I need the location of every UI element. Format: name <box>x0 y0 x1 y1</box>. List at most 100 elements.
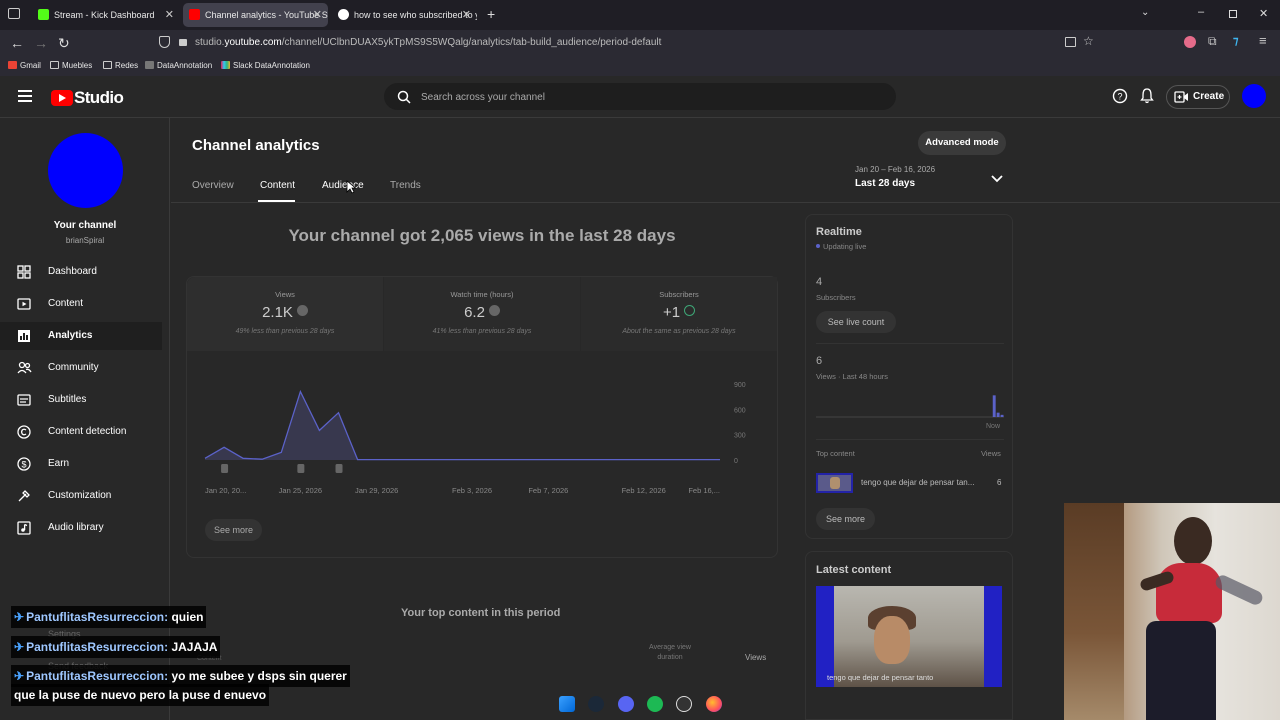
see-more-button[interactable]: See more <box>205 519 262 541</box>
tab-google-search[interactable]: how to see who subscribed to y ✕ <box>332 3 477 27</box>
views-column-label: Views <box>981 449 1001 458</box>
studio-header: Studio ? Create <box>0 76 1280 118</box>
youtube-logo-icon <box>51 90 73 106</box>
dashboard-icon <box>17 265 31 279</box>
help-icon[interactable]: ? <box>1112 88 1128 104</box>
lock-icon[interactable] <box>179 39 187 46</box>
video-camera-plus-icon <box>1174 91 1188 103</box>
sidebar-item-community[interactable]: Community <box>0 354 162 382</box>
sidebar-item-content-detection[interactable]: Content detection <box>0 418 162 446</box>
steam-icon[interactable] <box>588 696 604 712</box>
search-bar[interactable] <box>384 83 896 110</box>
tab-audience[interactable]: Audience <box>322 180 364 191</box>
spotify-icon[interactable] <box>647 696 663 712</box>
back-icon[interactable]: ← <box>10 34 24 52</box>
tab-title: Stream - Kick Dashboard <box>54 10 155 20</box>
sidebar-item-subtitles[interactable]: Subtitles <box>0 386 162 414</box>
forward-icon[interactable]: → <box>34 34 48 52</box>
obs-icon[interactable] <box>676 696 692 712</box>
bookmark-gmail[interactable]: Gmail <box>8 61 41 70</box>
tab-overview[interactable]: Overview <box>192 180 234 191</box>
tab-kick-dashboard[interactable]: Stream - Kick Dashboard ✕ <box>32 3 180 27</box>
y-tick-label: 0 <box>734 458 738 465</box>
tab-channel-analytics[interactable]: Channel analytics - YouTube St ✕ <box>183 3 328 27</box>
see-live-count-button[interactable]: See live count <box>816 311 896 333</box>
reload-icon[interactable]: ↻ <box>58 34 70 52</box>
youtube-favicon-icon <box>189 9 200 20</box>
menu-icon[interactable]: ≡ <box>1259 33 1267 48</box>
realtime-bar <box>1000 414 1004 417</box>
customization-icon <box>18 490 30 502</box>
metric-subscribers[interactable]: Subscribers +1 About the same as previou… <box>581 277 777 351</box>
close-tab-icon[interactable]: ✕ <box>165 3 174 27</box>
realtime-see-more-button[interactable]: See more <box>816 508 875 530</box>
tab-title: how to see who subscribed to y <box>354 10 477 20</box>
sidebar-item-content[interactable]: Content <box>0 290 162 318</box>
community-icon <box>17 361 32 374</box>
discord-icon[interactable] <box>618 696 634 712</box>
shield-icon[interactable] <box>159 36 170 48</box>
address-bar[interactable]: studio.youtube.com/channel/UClbnDUAX5ykT… <box>150 32 1105 54</box>
channel-avatar[interactable] <box>48 133 123 208</box>
firefox-icon[interactable] <box>706 696 722 712</box>
sidebar-item-audio-library[interactable]: Audio library <box>0 514 162 542</box>
tab-trends[interactable]: Trends <box>390 180 421 191</box>
bookmark-slack-dataannotation[interactable]: Slack DataAnnotation <box>221 61 310 70</box>
date-range-label[interactable]: Last 28 days <box>855 178 915 189</box>
metric-watch-time[interactable]: Watch time (hours) 6.2 41% less than pre… <box>384 277 580 351</box>
bookmark-muebles[interactable]: Muebles <box>50 61 92 70</box>
folder-icon <box>103 61 112 69</box>
subtitles-icon <box>17 394 31 406</box>
latest-video-thumbnail[interactable] <box>816 586 1002 687</box>
realtime-views-value: 6 <box>816 355 823 367</box>
restore-icon[interactable] <box>1229 10 1237 18</box>
account-avatar[interactable] <box>1242 84 1266 108</box>
windows-start-icon[interactable] <box>559 696 575 712</box>
notifications-bell-icon[interactable] <box>1140 88 1154 104</box>
bookmark-redes[interactable]: Redes <box>103 61 138 70</box>
minimize-icon[interactable]: – <box>1198 6 1204 18</box>
browser-tab-bar: Stream - Kick Dashboard ✕ Channel analyt… <box>0 0 1280 30</box>
close-tab-icon[interactable]: ✕ <box>313 3 322 27</box>
create-button[interactable]: Create <box>1166 85 1230 109</box>
channel-handle: brianSpiral <box>65 236 105 245</box>
top-content-title[interactable]: tengo que dejar de pensar tan... <box>861 478 974 487</box>
bookmark-dataannotation[interactable]: DataAnnotation <box>145 61 212 70</box>
metric-views[interactable]: Views 2.1K 49% less than previous 28 day… <box>187 277 383 351</box>
average-view-duration-header: Average view duration <box>649 644 691 661</box>
date-range-text[interactable]: Jan 20 – Feb 16, 2026 <box>855 165 935 174</box>
close-window-icon[interactable]: ✕ <box>1259 7 1268 20</box>
sidebar-item-customization[interactable]: Customization <box>0 482 162 510</box>
chevron-down-icon[interactable] <box>990 174 1004 184</box>
tab-content[interactable]: Content <box>260 180 295 191</box>
now-label: Now <box>986 423 1001 430</box>
reader-view-icon[interactable] <box>1065 37 1076 47</box>
sidebar-item-analytics[interactable]: Analytics <box>0 322 162 350</box>
hamburger-menu-icon[interactable] <box>18 90 32 102</box>
video-thumbnail[interactable] <box>816 473 853 493</box>
upload-marker-icon[interactable] <box>221 464 229 473</box>
sidebar-item-earn[interactable]: $ Earn <box>0 450 162 478</box>
extensions-icon[interactable]: ⧉ <box>1208 34 1217 49</box>
account-icon[interactable] <box>1184 36 1196 48</box>
analytics-icon <box>18 330 30 342</box>
advanced-mode-button[interactable]: Advanced mode <box>918 131 1006 155</box>
latest-video-caption[interactable]: tengo que dejar de pensar tanto <box>827 673 933 682</box>
sidebar-item-dashboard[interactable]: Dashboard <box>0 258 162 286</box>
gmail-icon <box>8 61 17 69</box>
url-text[interactable]: studio.youtube.com/channel/UClbnDUAX5ykT… <box>195 37 661 48</box>
search-input[interactable] <box>421 89 821 105</box>
kick-badge-icon: ✈ <box>14 610 25 624</box>
new-tab-icon[interactable]: + <box>487 7 495 21</box>
bookmark-star-icon[interactable]: ☆ <box>1083 34 1094 48</box>
close-tab-icon[interactable]: ✕ <box>462 3 471 27</box>
upload-marker-icon[interactable] <box>335 464 343 473</box>
extension-icon[interactable]: ⁊ <box>1233 34 1238 47</box>
chat-message-continuation: que la puse de nuevo pero la puse d enue… <box>11 684 270 706</box>
top-content-section-title: Your top content in this period <box>401 607 561 619</box>
upload-marker-icon[interactable] <box>297 464 305 473</box>
tab-list-icon[interactable] <box>8 8 20 19</box>
list-all-tabs-icon[interactable]: ⌄ <box>1141 7 1149 18</box>
youtube-studio-logo[interactable]: Studio <box>51 88 124 107</box>
mouse-cursor-icon <box>346 180 356 194</box>
